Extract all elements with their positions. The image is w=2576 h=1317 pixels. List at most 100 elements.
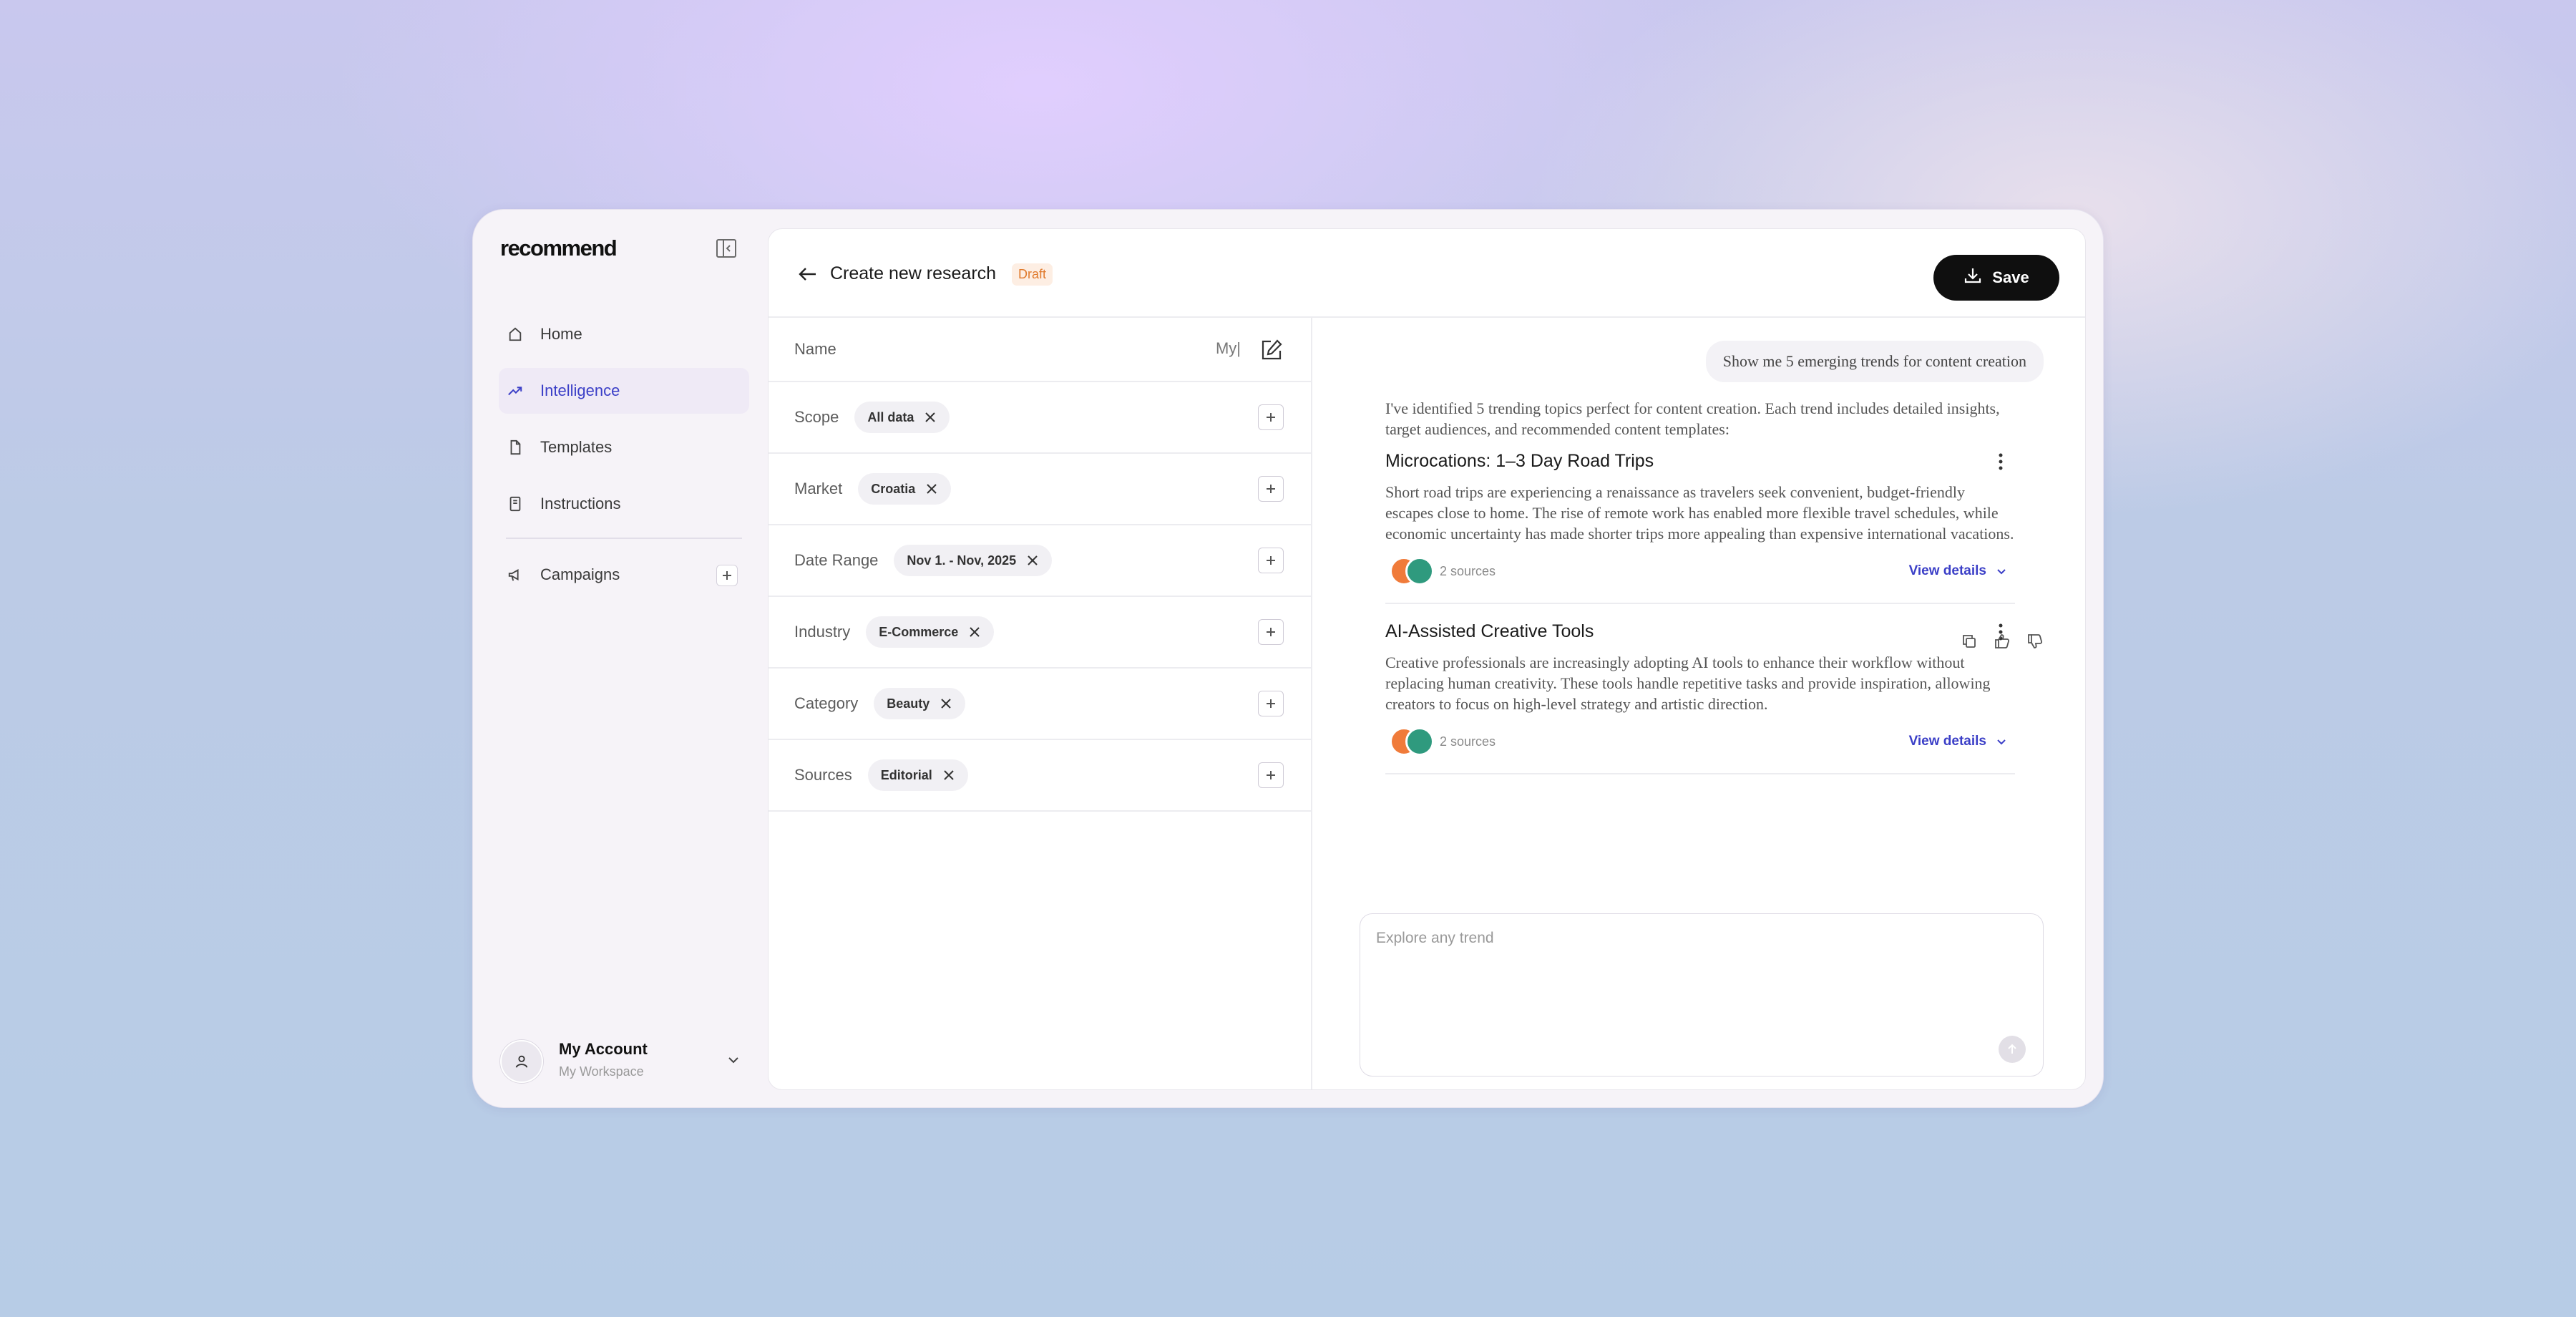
source-count: 2 sources	[1440, 734, 1496, 749]
page-title: Create new research	[830, 263, 997, 283]
sidebar-nav: Home Intelligence Templates Instructions…	[499, 311, 749, 608]
research-form: Name My| Scope All data Market Croatia D…	[769, 318, 1312, 1089]
user-message: Show me 5 emerging trends for content cr…	[1705, 341, 2044, 382]
filter-chip[interactable]: Croatia	[858, 473, 952, 505]
close-icon[interactable]	[925, 482, 938, 495]
thumbs-down-icon[interactable]	[2026, 633, 2044, 650]
add-market-button[interactable]	[1258, 476, 1284, 502]
more-options-icon[interactable]	[1994, 451, 2008, 472]
chip-label: Editorial	[880, 767, 932, 782]
field-label: Sources	[794, 766, 852, 784]
industry-field-row: Industry E-Commerce	[769, 597, 1311, 669]
source-avatars	[1385, 727, 1434, 756]
workspace-name: My Workspace	[559, 1064, 644, 1079]
filter-chip[interactable]: E-Commerce	[866, 616, 995, 648]
sidebar-item-intelligence[interactable]: Intelligence	[499, 368, 749, 414]
main-panel: Create new research Draft Save Name My| …	[768, 228, 2086, 1090]
sidebar-item-label: Templates	[540, 438, 613, 456]
field-label: Market	[794, 480, 843, 497]
add-sources-button[interactable]	[1258, 762, 1284, 788]
sidebar-item-label: Campaigns	[540, 565, 620, 583]
sidebar-item-label: Instructions	[540, 495, 621, 512]
status-badge: Draft	[1012, 263, 1053, 286]
trend-meta: 2 sources View details	[1385, 557, 2015, 585]
source-avatar	[1405, 727, 1434, 756]
account-switcher[interactable]: My Account My Workspace	[500, 1034, 743, 1092]
add-campaign-button[interactable]	[716, 565, 738, 586]
view-details-button[interactable]: View details	[1909, 734, 2008, 749]
copy-icon[interactable]	[1961, 633, 1978, 650]
chip-label: Croatia	[871, 481, 916, 496]
account-name: My Account	[559, 1040, 648, 1058]
sidebar-collapse-icon[interactable]	[715, 237, 738, 260]
file-icon	[506, 438, 525, 457]
response-actions	[1961, 633, 2044, 650]
save-label: Save	[1992, 268, 2029, 286]
chip-label: Nov 1. - Nov, 2025	[907, 553, 1017, 568]
filter-chip[interactable]: Beauty	[874, 688, 966, 719]
arrow-up-icon	[2008, 1044, 2016, 1054]
add-category-button[interactable]	[1258, 691, 1284, 716]
chat-input[interactable]	[1376, 930, 2006, 947]
close-icon[interactable]	[924, 411, 937, 424]
add-scope-button[interactable]	[1258, 404, 1284, 430]
back-arrow-icon[interactable]	[796, 262, 820, 286]
view-details-label: View details	[1908, 734, 1986, 749]
filter-chip[interactable]: Nov 1. - Nov, 2025	[894, 545, 1053, 576]
sidebar-item-templates[interactable]: Templates	[499, 424, 749, 470]
sidebar-item-home[interactable]: Home	[499, 311, 749, 357]
name-field[interactable]: My|	[1216, 339, 1241, 358]
view-details-label: View details	[1908, 563, 1986, 578]
category-field-row: Category Beauty	[769, 669, 1311, 740]
megaphone-icon	[506, 565, 525, 584]
trend-body: Short road trips are experiencing a rena…	[1385, 483, 2014, 543]
source-count: 2 sources	[1440, 563, 1496, 578]
edit-icon[interactable]	[1259, 338, 1284, 362]
sources-field-row: Sources Editorial	[769, 740, 1311, 812]
trend-card: Microcations: 1–3 Day Road Trips Short r…	[1385, 451, 2015, 604]
trend-body: Creative professionals are increasingly …	[1385, 653, 1991, 713]
chat-panel: Show me 5 emerging trends for content cr…	[1314, 318, 2085, 1089]
header: Create new research Draft Save	[769, 229, 2085, 318]
chevron-down-icon	[1997, 739, 2006, 745]
send-button[interactable]	[1999, 1036, 2026, 1063]
book-icon	[506, 495, 525, 513]
download-icon	[1963, 266, 1982, 289]
add-industry-button[interactable]	[1258, 619, 1284, 645]
close-icon[interactable]	[1026, 554, 1039, 567]
response-intro: I've identified 5 trending topics perfec…	[1385, 399, 2000, 438]
trend-card: AI-Assisted Creative Tools Creative prof…	[1385, 621, 2015, 774]
sidebar-item-instructions[interactable]: Instructions	[499, 481, 749, 527]
thumbs-up-icon[interactable]	[1994, 633, 2011, 650]
scope-field-row: Scope All data	[769, 382, 1311, 454]
close-icon[interactable]	[968, 626, 981, 638]
view-details-button[interactable]: View details	[1909, 563, 2008, 579]
market-field-row: Market Croatia	[769, 454, 1311, 525]
trend-title: Microcations: 1–3 Day Road Trips	[1385, 451, 1654, 471]
chip-label: Beauty	[887, 696, 930, 711]
trend-meta: 2 sources View details	[1385, 727, 2015, 756]
home-icon	[506, 325, 525, 344]
sidebar-item-label: Home	[540, 325, 582, 343]
date-range-field-row: Date Range Nov 1. - Nov, 2025	[769, 525, 1311, 597]
field-label: Category	[794, 694, 859, 712]
trending-up-icon	[506, 382, 525, 400]
sidebar-item-campaigns[interactable]: Campaigns	[499, 552, 749, 598]
app-window: recommend Home Intelligence Templates In…	[472, 209, 2104, 1108]
close-icon[interactable]	[940, 697, 952, 710]
add-date-range-button[interactable]	[1258, 548, 1284, 573]
logo: recommend	[500, 235, 618, 261]
field-label: Date Range	[794, 551, 879, 569]
field-label: Industry	[794, 623, 851, 641]
sidebar: recommend Home Intelligence Templates In…	[473, 210, 766, 1107]
filter-chip[interactable]: Editorial	[867, 759, 968, 791]
source-avatars	[1385, 557, 1434, 585]
save-button[interactable]: Save	[1933, 255, 2059, 301]
filter-chip[interactable]: All data	[854, 402, 950, 433]
trend-title: AI-Assisted Creative Tools	[1385, 621, 1594, 641]
sidebar-item-label: Intelligence	[540, 382, 620, 399]
close-icon[interactable]	[942, 769, 955, 782]
chevron-down-icon[interactable]	[723, 1050, 743, 1070]
field-label: Scope	[794, 408, 839, 426]
field-label: Name	[794, 340, 836, 358]
